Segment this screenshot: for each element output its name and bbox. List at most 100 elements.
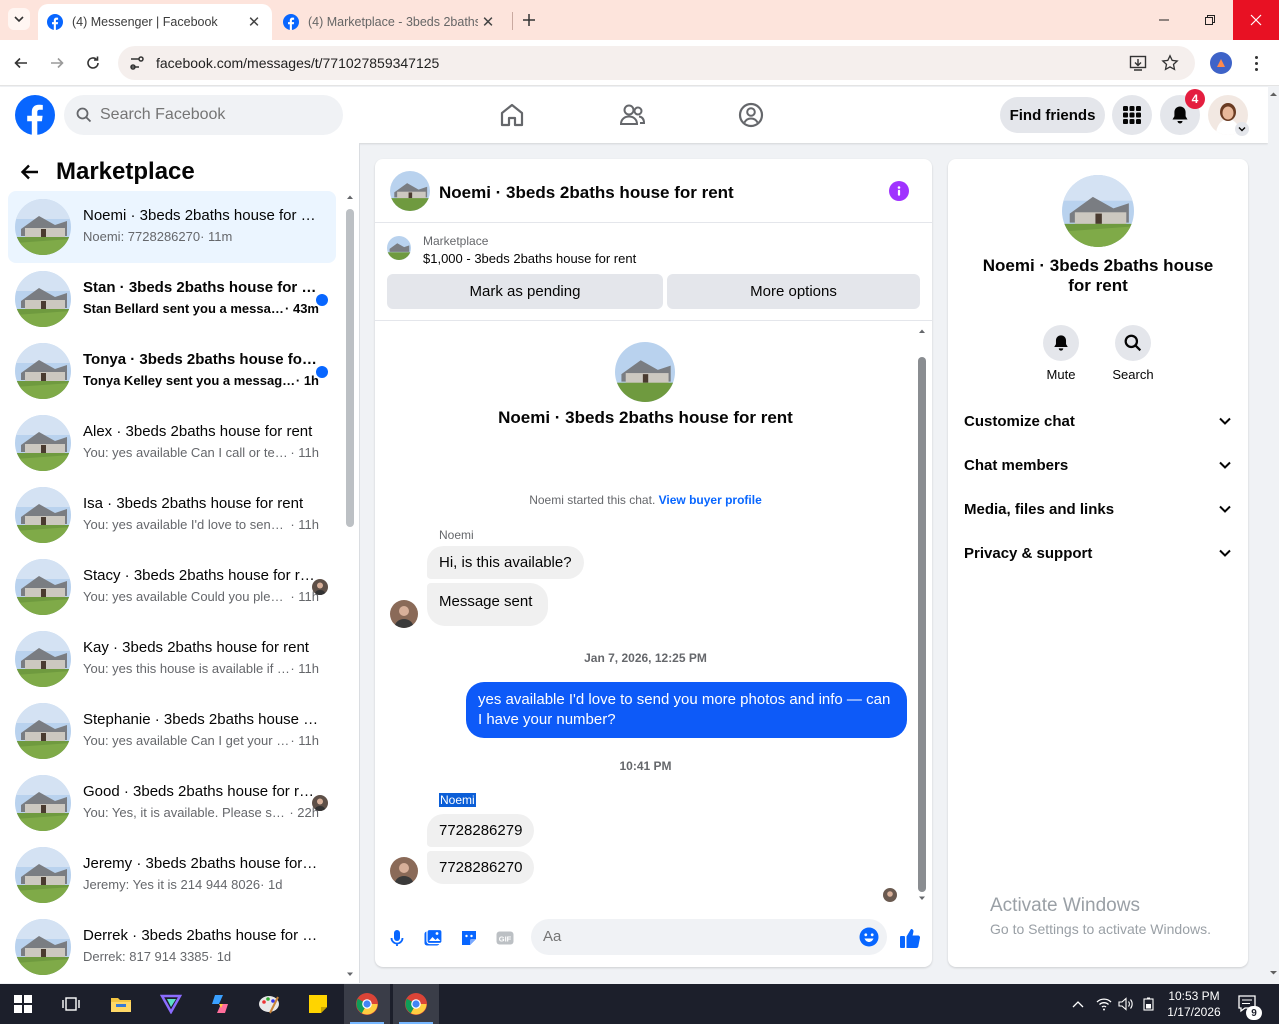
conversation-item[interactable]: Isa · 3beds 2baths house for rent You: y…	[8, 479, 336, 551]
page-scrollbar[interactable]	[1268, 87, 1279, 983]
sender-avatar[interactable]	[390, 857, 418, 885]
home-icon[interactable]	[498, 101, 526, 129]
scroll-thumb[interactable]	[918, 357, 926, 892]
groups-icon[interactable]	[737, 101, 765, 129]
conversation-item[interactable]: Good · 3beds 2baths house for rent You: …	[8, 767, 336, 839]
mark-as-pending-button[interactable]: Mark as pending	[387, 274, 663, 309]
conversation-info-button[interactable]	[889, 181, 909, 201]
gif-icon[interactable]: GIF	[495, 928, 515, 948]
conversation-item[interactable]: Tonya · 3beds 2baths house for rent Tony…	[8, 335, 336, 407]
mute-button[interactable]	[1043, 325, 1079, 361]
conversation-item[interactable]: Noemi · 3beds 2baths house for rent Noem…	[8, 191, 336, 263]
message-bubble[interactable]: 7728286270	[427, 851, 535, 884]
conversation-item[interactable]: Derrek · 3beds 2baths house for rent Der…	[8, 911, 336, 983]
conversation-item[interactable]: Alex · 3beds 2baths house for rent You: …	[8, 407, 336, 479]
new-tab-button[interactable]	[519, 10, 539, 30]
bookmark-star-icon[interactable]	[1161, 54, 1179, 72]
profile-extension-icon[interactable]	[1210, 52, 1232, 74]
restore-button[interactable]	[1187, 0, 1233, 40]
network-tray-icon[interactable]	[1094, 994, 1114, 1014]
conversation-item[interactable]: Jeremy · 3beds 2baths house for rent Jer…	[8, 839, 336, 911]
preview-text: Jeremy: Yes it is 214 944 8026	[83, 877, 261, 892]
chat-members-row[interactable]: Chat members	[964, 445, 1232, 485]
reload-button[interactable]	[82, 52, 104, 74]
file-explorer-button[interactable]	[98, 984, 144, 1024]
url-text[interactable]: facebook.com/messages/t/771027859347125	[156, 55, 439, 71]
thumbs-up-icon[interactable]	[899, 927, 921, 949]
thread-scrollbar[interactable]	[918, 327, 926, 900]
browser-menu-icon[interactable]	[1246, 52, 1266, 74]
facebook-logo-icon[interactable]	[15, 95, 55, 135]
microphone-icon[interactable]	[387, 928, 407, 948]
scroll-down-icon[interactable]	[1268, 967, 1279, 978]
chat-avatar[interactable]	[390, 171, 430, 211]
my-message-bubble[interactable]: yes available I'd love to send you more …	[466, 682, 907, 738]
show-hidden-icons-button[interactable]	[1068, 994, 1088, 1014]
scroll-up-icon[interactable]	[918, 327, 926, 335]
scroll-down-icon[interactable]	[918, 894, 926, 902]
message-input-box[interactable]	[531, 919, 887, 955]
chrome-window-2-button[interactable]	[393, 984, 439, 1024]
battery-tray-icon[interactable]	[1139, 994, 1159, 1014]
start-button[interactable]	[0, 984, 46, 1024]
close-window-button[interactable]	[1233, 0, 1279, 40]
search-input[interactable]	[100, 106, 320, 124]
tab-search-button[interactable]	[8, 8, 30, 30]
chrome-window-1-button[interactable]	[344, 984, 390, 1024]
minimize-button[interactable]	[1141, 0, 1187, 40]
account-caret[interactable]	[1235, 122, 1249, 136]
conversation-item[interactable]: Kay · 3beds 2baths house for rent You: y…	[8, 623, 336, 695]
conversation-item[interactable]: Stephanie · 3beds 2baths house for rent …	[8, 695, 336, 767]
scroll-down-icon[interactable]	[346, 970, 354, 978]
friends-icon[interactable]	[618, 101, 646, 129]
search-in-chat-button[interactable]	[1115, 325, 1151, 361]
tab-messenger[interactable]: (4) Messenger | Facebook ✕	[38, 4, 272, 40]
copilot-button[interactable]	[197, 984, 243, 1024]
listing-price[interactable]: $1,000 - 3beds 2baths house for rent	[423, 251, 636, 266]
conversation-item[interactable]: Stan · 3beds 2baths house for rent Stan …	[8, 263, 336, 335]
photo-icon[interactable]	[423, 928, 443, 948]
volume-tray-icon[interactable]	[1116, 994, 1136, 1014]
tab-marketplace[interactable]: (4) Marketplace - 3beds 2baths ✕	[274, 4, 506, 40]
emoji-icon[interactable]	[859, 927, 879, 947]
message-input[interactable]	[543, 928, 843, 945]
tab-close-icon[interactable]: ✕	[478, 12, 498, 32]
back-button[interactable]	[10, 52, 32, 74]
scroll-up-icon[interactable]	[346, 193, 354, 201]
install-app-icon[interactable]	[1129, 54, 1147, 72]
facebook-search[interactable]	[64, 95, 343, 135]
search-action[interactable]: Search	[1103, 325, 1163, 382]
message-bubble[interactable]: Message sent	[427, 583, 549, 626]
system-clock[interactable]: 10:53 PM 1/17/2026	[1160, 988, 1228, 1020]
chat-title[interactable]: Noemi · 3beds 2baths house for rent	[439, 183, 734, 203]
back-arrow-icon[interactable]	[20, 162, 40, 182]
mute-action[interactable]: Mute	[1031, 325, 1091, 382]
forward-button[interactable]	[46, 52, 68, 74]
task-view-button[interactable]	[48, 984, 94, 1024]
scroll-thumb[interactable]	[346, 209, 354, 527]
scroll-up-icon[interactable]	[1268, 89, 1279, 100]
view-buyer-profile-link[interactable]: View buyer profile	[659, 493, 762, 507]
sender-avatar[interactable]	[390, 600, 418, 628]
address-bar[interactable]: facebook.com/messages/t/771027859347125	[118, 46, 1195, 80]
privacy-support-row[interactable]: Privacy & support	[964, 533, 1232, 573]
media-files-links-row[interactable]: Media, files and links	[964, 489, 1232, 529]
sticky-notes-button[interactable]	[295, 984, 341, 1024]
listing-thumbnail[interactable]	[387, 236, 411, 260]
more-options-button[interactable]: More options	[667, 274, 920, 309]
conversation-list-scrollbar[interactable]	[346, 191, 354, 981]
conversation-item[interactable]: Stacy · 3beds 2baths house for rent You:…	[8, 551, 336, 623]
message-bubble[interactable]: 7728286279	[427, 814, 535, 847]
tab-close-icon[interactable]: ✕	[244, 12, 264, 32]
customize-chat-row[interactable]: Customize chat	[964, 401, 1232, 441]
chevron-down-icon	[1219, 417, 1231, 425]
proton-vpn-button[interactable]	[148, 984, 194, 1024]
message-bubble[interactable]: Hi, is this available?	[427, 546, 584, 579]
paint-app-button[interactable]	[246, 984, 292, 1024]
menu-button[interactable]	[1112, 95, 1152, 135]
row-label: Privacy & support	[964, 544, 1093, 562]
site-settings-icon[interactable]	[128, 54, 146, 72]
sticker-icon[interactable]	[459, 928, 479, 948]
seen-avatar	[312, 795, 328, 811]
find-friends-button[interactable]: Find friends	[1000, 97, 1105, 133]
